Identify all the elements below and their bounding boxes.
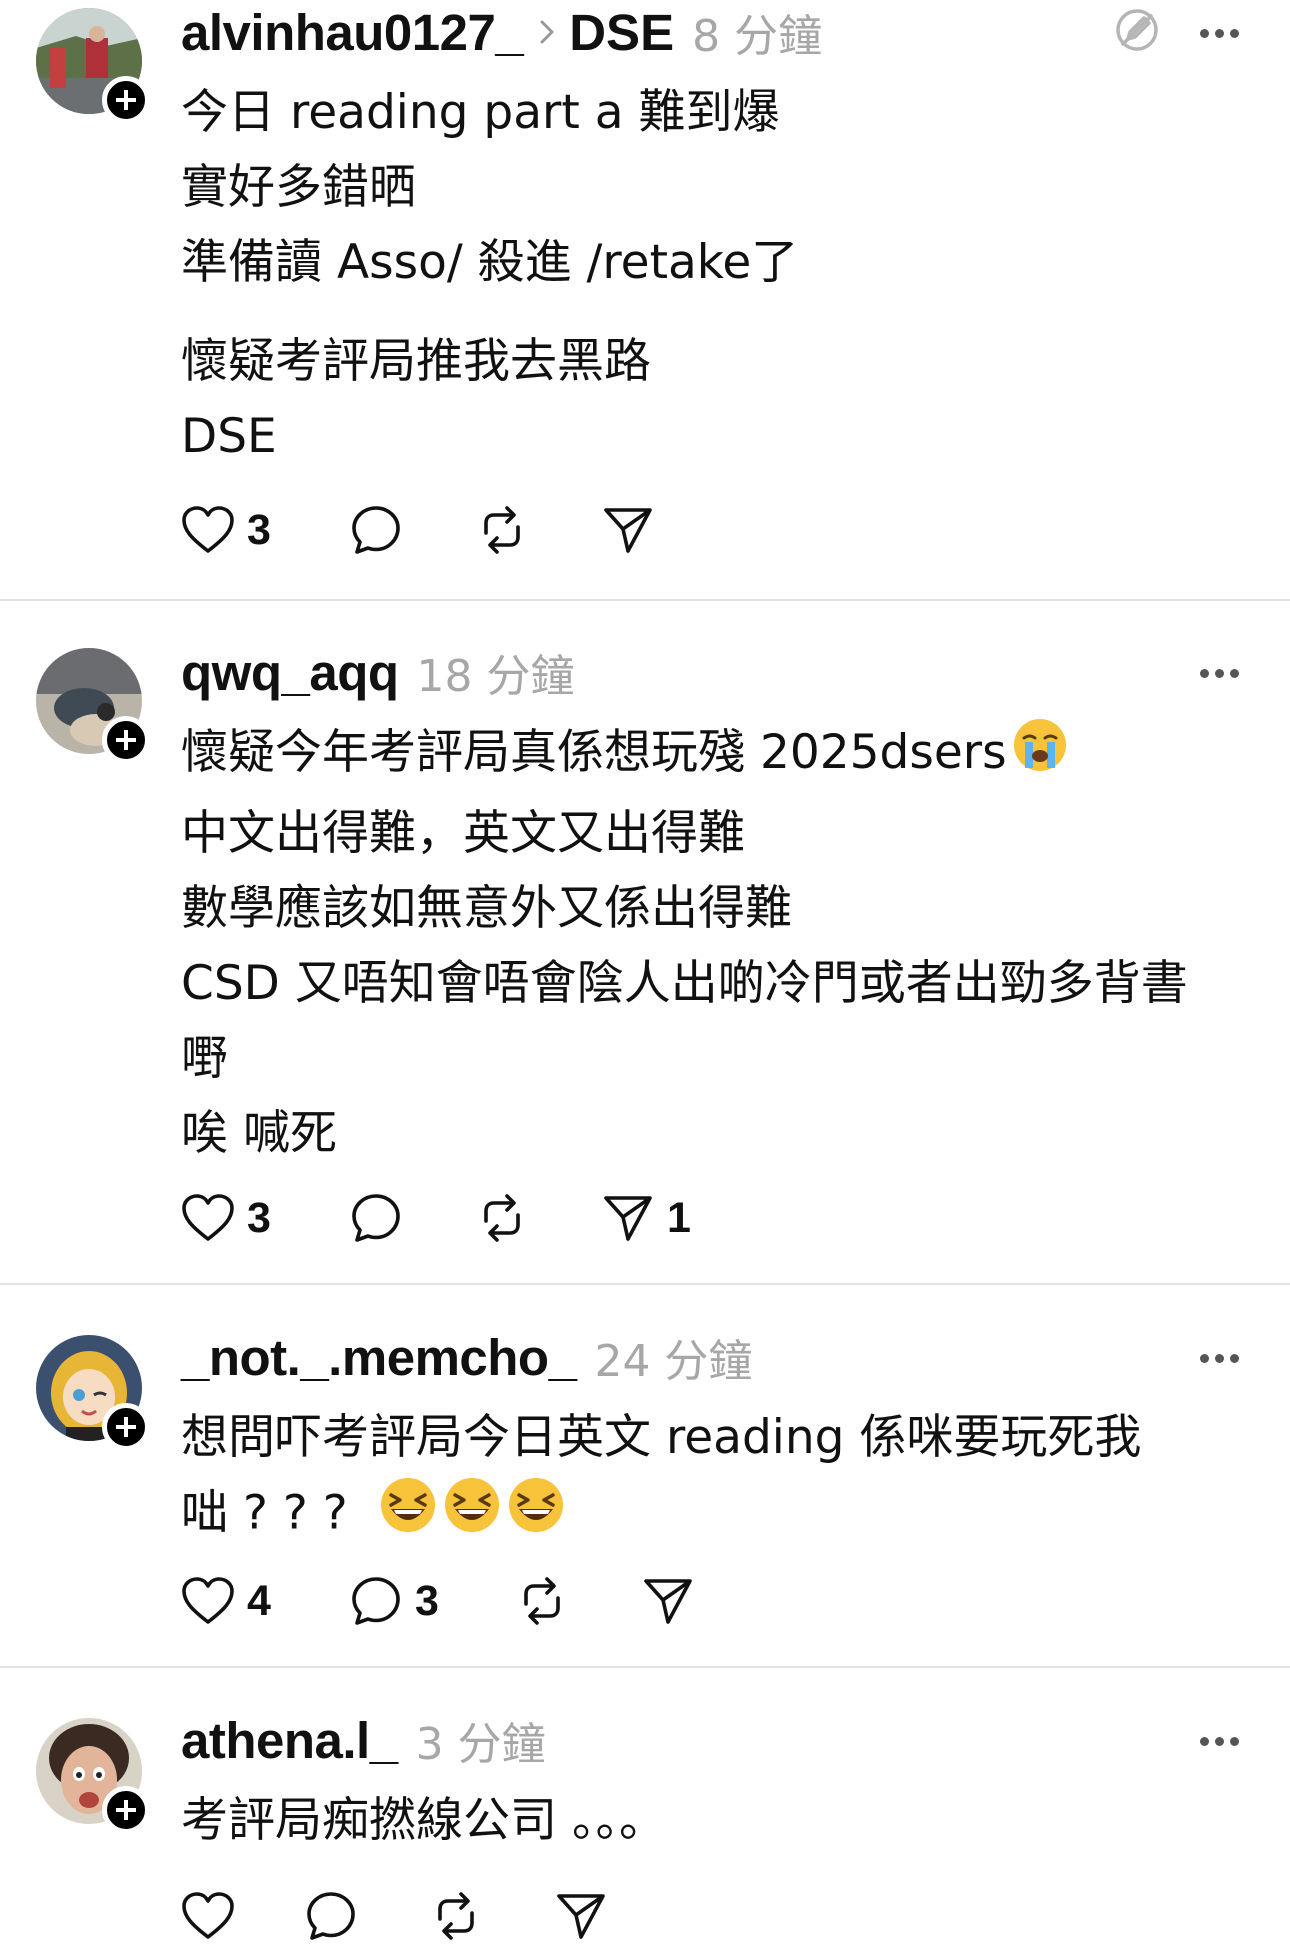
repost-button[interactable] [475,500,529,560]
reply-button[interactable] [304,1886,370,1946]
post-body: 懷疑今年考評局真係想玩殘 2025dsers 中文出得難，英文又出得難 數學應該… [181,715,1261,1171]
share-button[interactable] [554,1886,608,1946]
grinning-squinting-face-emoji [442,1475,502,1557]
like-count: 4 [247,1576,271,1625]
send-icon [604,1196,652,1241]
repost-icon [438,1892,474,1940]
reply-button[interactable] [349,1188,415,1248]
like-button[interactable]: 4 [181,1571,271,1631]
heart-icon [182,1194,234,1241]
heart-icon [182,1577,234,1624]
follow-plus-icon[interactable] [102,1403,150,1451]
comment-icon [307,1892,355,1940]
post-body: 今日 reading part a 難到爆 實好多錯晒 準備讀 Asso/ 殺進… [181,75,1261,474]
share-button[interactable] [641,1571,695,1631]
post-time: 18 分鐘 [416,651,575,702]
post-body: 考評局痴撚線公司 。。。 [181,1783,1261,1858]
grinning-squinting-face-emoji [378,1475,438,1557]
chevron-right-icon [539,19,555,45]
post-header: alvinhau0127_ DSE 8 分鐘 [181,2,823,63]
more-options-icon[interactable] [1200,669,1239,678]
post-time: 8 分鐘 [692,11,823,62]
repost-icon [484,1194,520,1242]
heart-icon [182,506,234,553]
username[interactable]: _not._.memcho_ [181,1328,577,1387]
post-text-line: 嘢 [181,1030,228,1086]
repost-button[interactable] [475,1188,529,1248]
post-header: _not._.memcho_ 24 分鐘 [181,1327,753,1388]
send-icon [557,1894,605,1939]
thread-post: athena.l_ 3 分鐘 考評局痴撚線公司 。。。 [0,1668,1290,1949]
post-text-line: 懷疑考評局推我去黑路 [181,334,651,389]
post-text-line: 準備讀 Asso/ 殺進 /retake了 [181,235,799,290]
send-icon [604,508,652,553]
username[interactable]: qwq_aqq [181,643,399,702]
post-text-line: CSD 又唔知會唔會陰人出啲冷門或者出勁多背書 [181,955,1188,1011]
send-icon [644,1579,692,1624]
like-button[interactable]: 3 [181,500,271,560]
username[interactable]: athena.l_ [181,1711,398,1770]
comment-icon [352,1577,400,1625]
follow-plus-icon[interactable] [102,716,150,764]
reply-button[interactable] [349,500,415,560]
comment-icon [352,506,400,554]
thread-post: qwq_aqq 18 分鐘 懷疑今年考評局真係想玩殘 2025dsers 中文出… [0,600,1290,1286]
loudly-crying-face-emoji [1011,716,1069,796]
topic-tag[interactable]: DSE [569,3,674,62]
repost-button[interactable] [429,1886,483,1946]
post-text-line: 實好多錯晒 [181,160,416,215]
repost-button[interactable] [515,1571,569,1631]
post-text-line: DSE [181,409,277,464]
post-body: 想問吓考評局今日英文 reading 係咪要玩死我 咄 ? ? ? [181,1400,1261,1557]
like-button[interactable]: 3 [181,1188,271,1248]
thread-post: _not._.memcho_ 24 分鐘 想問吓考評局今日英文 reading … [0,1285,1290,1669]
share-button[interactable]: 1 [601,1188,691,1248]
like-count: 3 [247,505,271,554]
post-time: 3 分鐘 [415,1719,546,1770]
post-text-line: 考評局痴撚線公司 。。。 [181,1793,666,1848]
username[interactable]: alvinhau0127_ [181,3,524,62]
more-options-icon[interactable] [1200,1354,1239,1363]
reply-button[interactable]: 3 [349,1571,439,1631]
post-header: athena.l_ 3 分鐘 [181,1710,546,1771]
post-text-line: 中文出得難，英文又出得難 [181,805,745,861]
reply-count: 3 [415,1576,439,1625]
follow-plus-icon[interactable] [102,1786,150,1834]
post-text-line: 懷疑今年考評局真係想玩殘 2025dsers [181,715,1261,796]
share-button[interactable] [601,500,655,560]
comment-icon [352,1194,400,1242]
thread-post: alvinhau0127_ DSE 8 分鐘 今日 reading part a… [0,0,1290,600]
post-text-line: 今日 reading part a 難到爆 [181,85,780,140]
follow-plus-icon[interactable] [102,76,150,124]
post-time: 24 分鐘 [594,1336,753,1387]
repost-icon [484,506,520,554]
post-header: qwq_aqq 18 分鐘 [181,642,575,703]
more-options-icon[interactable] [1200,1737,1239,1746]
post-text-line: 唉 喊死 [181,1105,337,1161]
share-count: 1 [667,1193,691,1242]
post-text-line: 想問吓考評局今日英文 reading 係咪要玩死我 [181,1410,1142,1465]
no-edit-icon[interactable] [1113,6,1161,58]
post-text-line: 數學應該如無意外又係出得難 [181,880,792,936]
grinning-squinting-face-emoji [506,1475,566,1557]
like-count: 3 [247,1193,271,1242]
like-button[interactable] [181,1886,247,1946]
heart-icon [182,1892,234,1939]
post-text-line: 咄 ? ? ? [181,1475,1261,1557]
more-options-icon[interactable] [1200,29,1239,38]
repost-icon [524,1577,560,1625]
